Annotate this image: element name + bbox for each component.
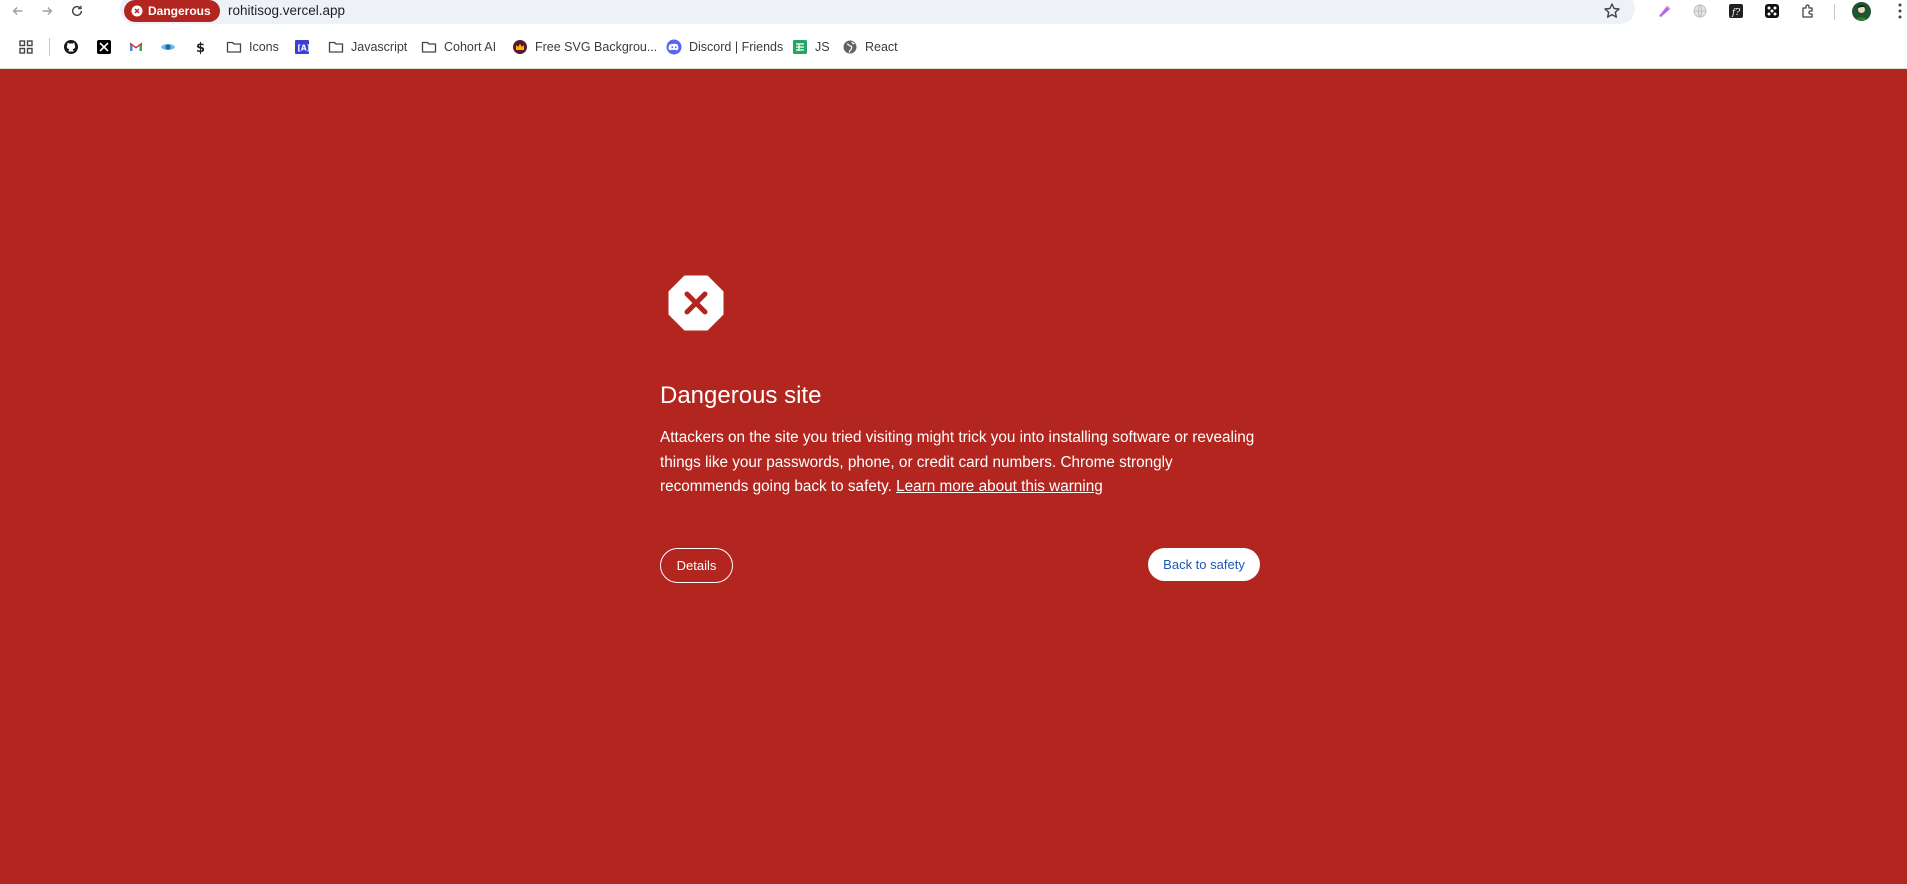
bookmark-x[interactable]: [96, 37, 112, 57]
x-icon: [97, 40, 111, 54]
eye-icon: [161, 44, 175, 50]
bookmark-label: Free SVG Backgrou...: [535, 40, 658, 54]
gmail-icon: [129, 42, 143, 51]
stop-sign-icon: [668, 275, 724, 331]
address-bar[interactable]: [120, 0, 1635, 24]
browser-toolbar: Dangerous rohitisog.vercel.app f?: [0, 0, 1907, 24]
bookmark-discord[interactable]: Discord | Friends: [666, 37, 783, 57]
bookmark-label: Cohort AI: [444, 40, 497, 54]
bookmark-eye[interactable]: [160, 37, 176, 57]
fx-icon[interactable]: f?: [1727, 2, 1745, 20]
svg-text:[A]: [A]: [298, 44, 311, 53]
bookmark-ai[interactable]: [A]: [294, 37, 310, 57]
bookmarks-bar: $ Icons [A] Javascript Cohort AI Free SV…: [0, 24, 1907, 69]
security-chip-label: Dangerous: [148, 4, 211, 18]
interstitial-page: Dangerous site Attackers on the site you…: [0, 70, 1907, 884]
toolbar-divider: [1834, 4, 1835, 20]
ai-box-icon: [A]: [295, 40, 311, 54]
forward-button[interactable]: [36, 0, 58, 22]
folder-icon: [226, 41, 242, 53]
back-to-safety-button[interactable]: Back to safety: [1148, 548, 1260, 581]
svg-text:$: $: [196, 41, 205, 55]
bookmark-js[interactable]: JS: [792, 37, 830, 57]
warning-message: Attackers on the site you tried visiting…: [660, 426, 1260, 500]
bookmark-folder-javascript[interactable]: Javascript: [328, 37, 407, 57]
discord-icon: [666, 39, 682, 55]
arrow-right-icon: [42, 7, 53, 15]
gradient-pen-icon[interactable]: [1655, 2, 1673, 20]
sheet-icon: [793, 40, 807, 54]
bookmark-label: JS: [815, 40, 830, 54]
bookmark-folder-cohort-ai[interactable]: Cohort AI: [421, 37, 496, 57]
bookmark-gmail[interactable]: [128, 37, 144, 57]
page-title: Dangerous site: [660, 382, 822, 409]
arrow-left-icon: [12, 7, 23, 15]
url-text[interactable]: rohitisog.vercel.app: [228, 3, 345, 18]
bookmark-label: Icons: [249, 40, 279, 54]
apps-grid-icon: [19, 40, 33, 54]
profile-avatar[interactable]: [1852, 2, 1871, 21]
bookmark-folder-icons[interactable]: Icons: [226, 37, 279, 57]
reload-button[interactable]: [66, 0, 88, 22]
bookmark-react[interactable]: React: [842, 37, 898, 57]
reload-icon: [71, 5, 83, 17]
bookmark-label: Javascript: [351, 40, 408, 54]
star-icon[interactable]: [1603, 2, 1621, 20]
bookmark-label: Discord | Friends: [689, 40, 784, 54]
svg-text:f?: f?: [1731, 8, 1740, 18]
bookmark-free-svg[interactable]: Free SVG Backgrou...: [512, 37, 657, 57]
learn-more-link[interactable]: Learn more about this warning: [896, 478, 1103, 495]
back-button[interactable]: [7, 0, 29, 22]
bookmark-apps[interactable]: [18, 37, 34, 57]
crown-icon: [513, 40, 527, 54]
puzzle-icon[interactable]: [1799, 2, 1817, 20]
globe-icon: [843, 40, 857, 54]
folder-icon: [328, 41, 344, 53]
security-chip[interactable]: Dangerous: [124, 0, 220, 22]
dice-icon[interactable]: [1763, 2, 1781, 20]
github-icon: [64, 40, 78, 54]
bookmark-github[interactable]: [63, 37, 79, 57]
details-button[interactable]: Details: [660, 548, 733, 583]
dollar-icon: $: [196, 41, 205, 55]
globe-icon[interactable]: [1691, 2, 1709, 20]
bookmark-dollar[interactable]: $: [192, 37, 208, 57]
danger-x-icon: [131, 5, 143, 17]
kebab-menu-icon[interactable]: [1895, 2, 1905, 20]
folder-icon: [421, 41, 437, 53]
bookmark-label: React: [865, 40, 898, 54]
bookmarks-divider: [49, 38, 50, 56]
